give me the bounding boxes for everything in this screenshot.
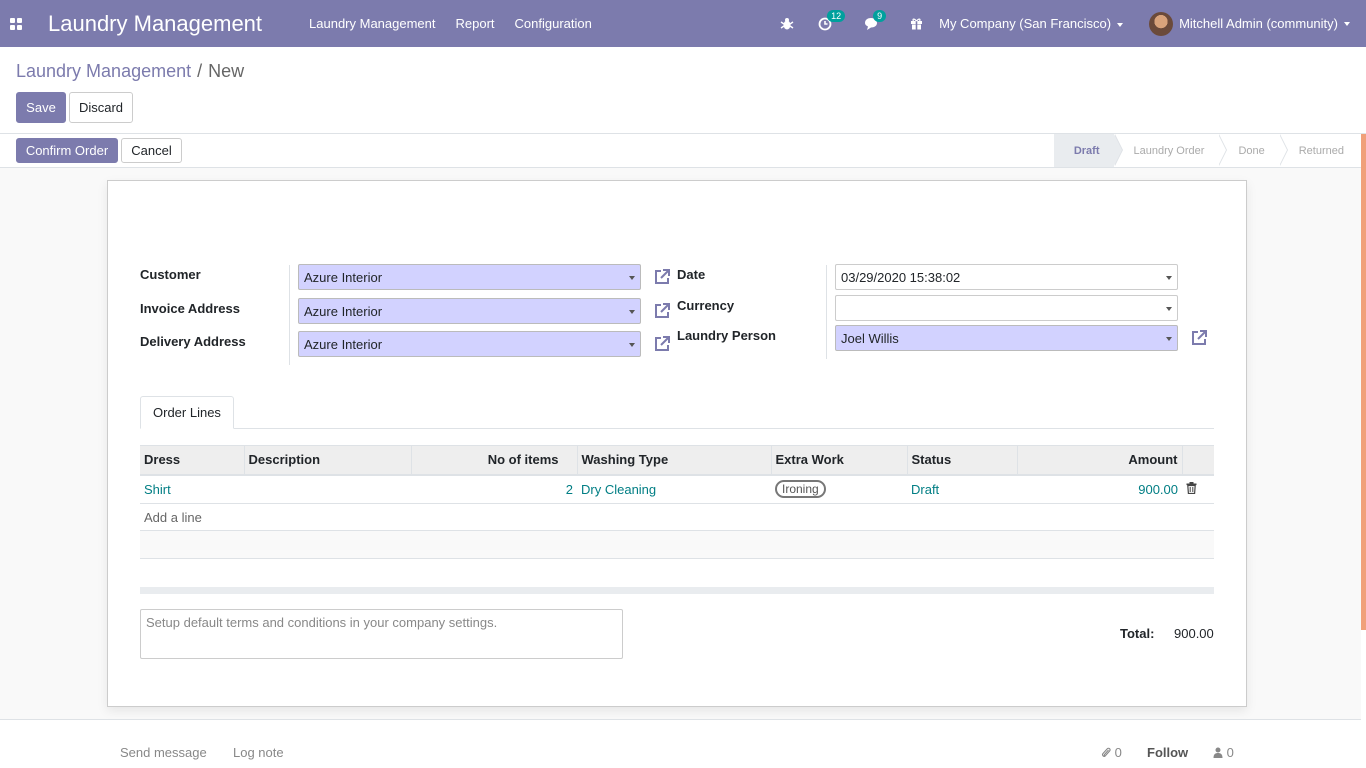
column-header-extra-work[interactable]: Extra Work: [770, 445, 907, 476]
scrollbar-thumb[interactable]: [1361, 134, 1366, 630]
table-row[interactable]: Shirt 2 Dry Cleaning Ironing Draft 900.0…: [140, 474, 1214, 504]
label-divider-left: [289, 265, 290, 365]
stage-returned[interactable]: Returned: [1278, 134, 1358, 167]
customer-label: Customer: [140, 267, 201, 282]
user-avatar: [1149, 11, 1174, 36]
stage-laundry-order[interactable]: Laundry Order: [1113, 134, 1228, 167]
column-header-status[interactable]: Status: [906, 445, 1017, 476]
cell-amount[interactable]: 900.00: [1017, 474, 1182, 504]
main-menu: Laundry Management Report Configuration: [309, 16, 612, 31]
currency-dropdown-icon: [1166, 307, 1172, 311]
delivery-address-label: Delivery Address: [140, 334, 246, 349]
cell-status[interactable]: Draft: [907, 474, 1017, 504]
cell-extra-work[interactable]: Ironing: [771, 474, 907, 504]
paperclip-icon: [1102, 747, 1111, 757]
cancel-order-button[interactable]: Cancel: [121, 138, 182, 163]
column-header-delete: [1181, 445, 1214, 476]
total-label: Total:: [1120, 626, 1155, 641]
column-header-no-of-items[interactable]: No of items: [410, 445, 577, 476]
table-header-row: Dress Description No of items Washing Ty…: [140, 445, 1214, 476]
external-link-icon[interactable]: [1189, 328, 1209, 348]
debug-bug-icon[interactable]: [780, 17, 794, 31]
currency-field[interactable]: [835, 295, 1178, 321]
breadcrumb-current: New: [208, 61, 245, 81]
add-line-link[interactable]: Add a line: [144, 510, 202, 525]
form-sheet: Customer Invoice Address Delivery Addres…: [107, 180, 1247, 707]
terms-conditions-input[interactable]: Setup default terms and conditions in yo…: [140, 609, 623, 659]
laundry-person-field[interactable]: Joel Willis: [835, 325, 1178, 351]
trash-icon[interactable]: [1186, 481, 1197, 494]
attachments-button[interactable]: 0: [1101, 745, 1122, 760]
tab-underline: [140, 428, 1214, 429]
form-statusbar: Confirm Order Cancel Draft Laundry Order…: [0, 134, 1366, 168]
extra-work-tag: Ironing: [775, 480, 826, 499]
followers-count: 0: [1226, 745, 1234, 760]
chatter: Send message Log note 0 Follow 0: [0, 720, 1361, 768]
menu-laundry-management[interactable]: Laundry Management: [309, 16, 435, 31]
stage-draft[interactable]: Draft: [1053, 134, 1123, 167]
cell-washing-type[interactable]: Dry Cleaning: [577, 474, 771, 504]
external-link-icon[interactable]: [652, 334, 672, 354]
order-lines-table: Dress Description No of items Washing Ty…: [140, 445, 1214, 559]
app-brand[interactable]: Laundry Management: [48, 11, 262, 37]
column-header-dress[interactable]: Dress: [140, 445, 244, 476]
menu-configuration[interactable]: Configuration: [515, 16, 592, 31]
label-divider-right: [826, 265, 827, 359]
date-dropdown-icon: [1166, 276, 1172, 280]
stage-done[interactable]: Done: [1218, 134, 1289, 167]
user-icon: [1213, 747, 1223, 758]
send-message-button[interactable]: Send message: [120, 745, 207, 760]
stage-pipeline: Draft Laundry Order Done Returned: [1053, 134, 1358, 167]
discard-button[interactable]: Discard: [69, 92, 133, 123]
breadcrumb-parent[interactable]: Laundry Management: [16, 61, 191, 81]
top-navbar: Laundry Management Laundry Management Re…: [0, 0, 1366, 47]
apps-menu-icon[interactable]: [0, 0, 32, 47]
tab-order-lines[interactable]: Order Lines: [140, 396, 234, 429]
laundry-person-dropdown-icon: [1166, 337, 1172, 341]
breadcrumb: Laundry Management / New: [16, 61, 244, 82]
currency-label: Currency: [677, 298, 735, 313]
activity-count-badge: 12: [827, 9, 846, 22]
messages-chat-icon[interactable]: 9: [864, 9, 887, 31]
activity-clock-icon[interactable]: 12: [818, 9, 846, 31]
date-field[interactable]: 03/29/2020 15:38:02: [835, 264, 1178, 290]
attachments-count: 0: [1114, 745, 1122, 760]
cell-description[interactable]: [244, 474, 411, 504]
cell-delete[interactable]: [1182, 474, 1214, 504]
empty-row: [140, 530, 1214, 559]
external-link-icon[interactable]: [652, 301, 672, 321]
delivery-address-field[interactable]: Azure Interior: [298, 331, 641, 357]
invoice-address-field[interactable]: Azure Interior: [298, 298, 641, 324]
total-value: 900.00: [1174, 626, 1214, 641]
log-note-button[interactable]: Log note: [233, 745, 284, 760]
company-switcher[interactable]: My Company (San Francisco): [939, 16, 1124, 31]
add-line-row: Add a line: [140, 503, 1214, 531]
messages-count-badge: 9: [873, 9, 887, 22]
delivery-dropdown-icon: [629, 343, 635, 347]
cell-dress[interactable]: Shirt: [140, 474, 244, 504]
column-header-washing-type[interactable]: Washing Type: [576, 445, 771, 476]
follow-button[interactable]: Follow: [1147, 745, 1188, 760]
save-button[interactable]: Save: [16, 92, 66, 123]
external-link-icon[interactable]: [652, 267, 672, 287]
date-label: Date: [677, 267, 706, 282]
confirm-order-button[interactable]: Confirm Order: [16, 138, 118, 163]
cell-no-of-items[interactable]: 2: [411, 474, 577, 504]
invoice-dropdown-icon: [629, 310, 635, 314]
company-chevron-down-icon: [1117, 22, 1124, 27]
column-header-amount[interactable]: Amount: [1016, 445, 1182, 476]
followers-button[interactable]: 0: [1213, 745, 1234, 760]
user-chevron-down-icon: [1344, 21, 1350, 26]
table-footer-bar: [140, 587, 1214, 594]
breadcrumb-separator: /: [197, 61, 203, 81]
laundry-person-label: Laundry Person: [677, 328, 776, 343]
user-menu[interactable]: Mitchell Admin (community): [1149, 11, 1350, 36]
gift-icon[interactable]: [910, 17, 923, 30]
menu-report[interactable]: Report: [456, 16, 495, 31]
customer-dropdown-icon: [629, 276, 635, 280]
invoice-address-label: Invoice Address: [140, 301, 240, 316]
column-header-description[interactable]: Description: [243, 445, 411, 476]
customer-field[interactable]: Azure Interior: [298, 264, 641, 290]
